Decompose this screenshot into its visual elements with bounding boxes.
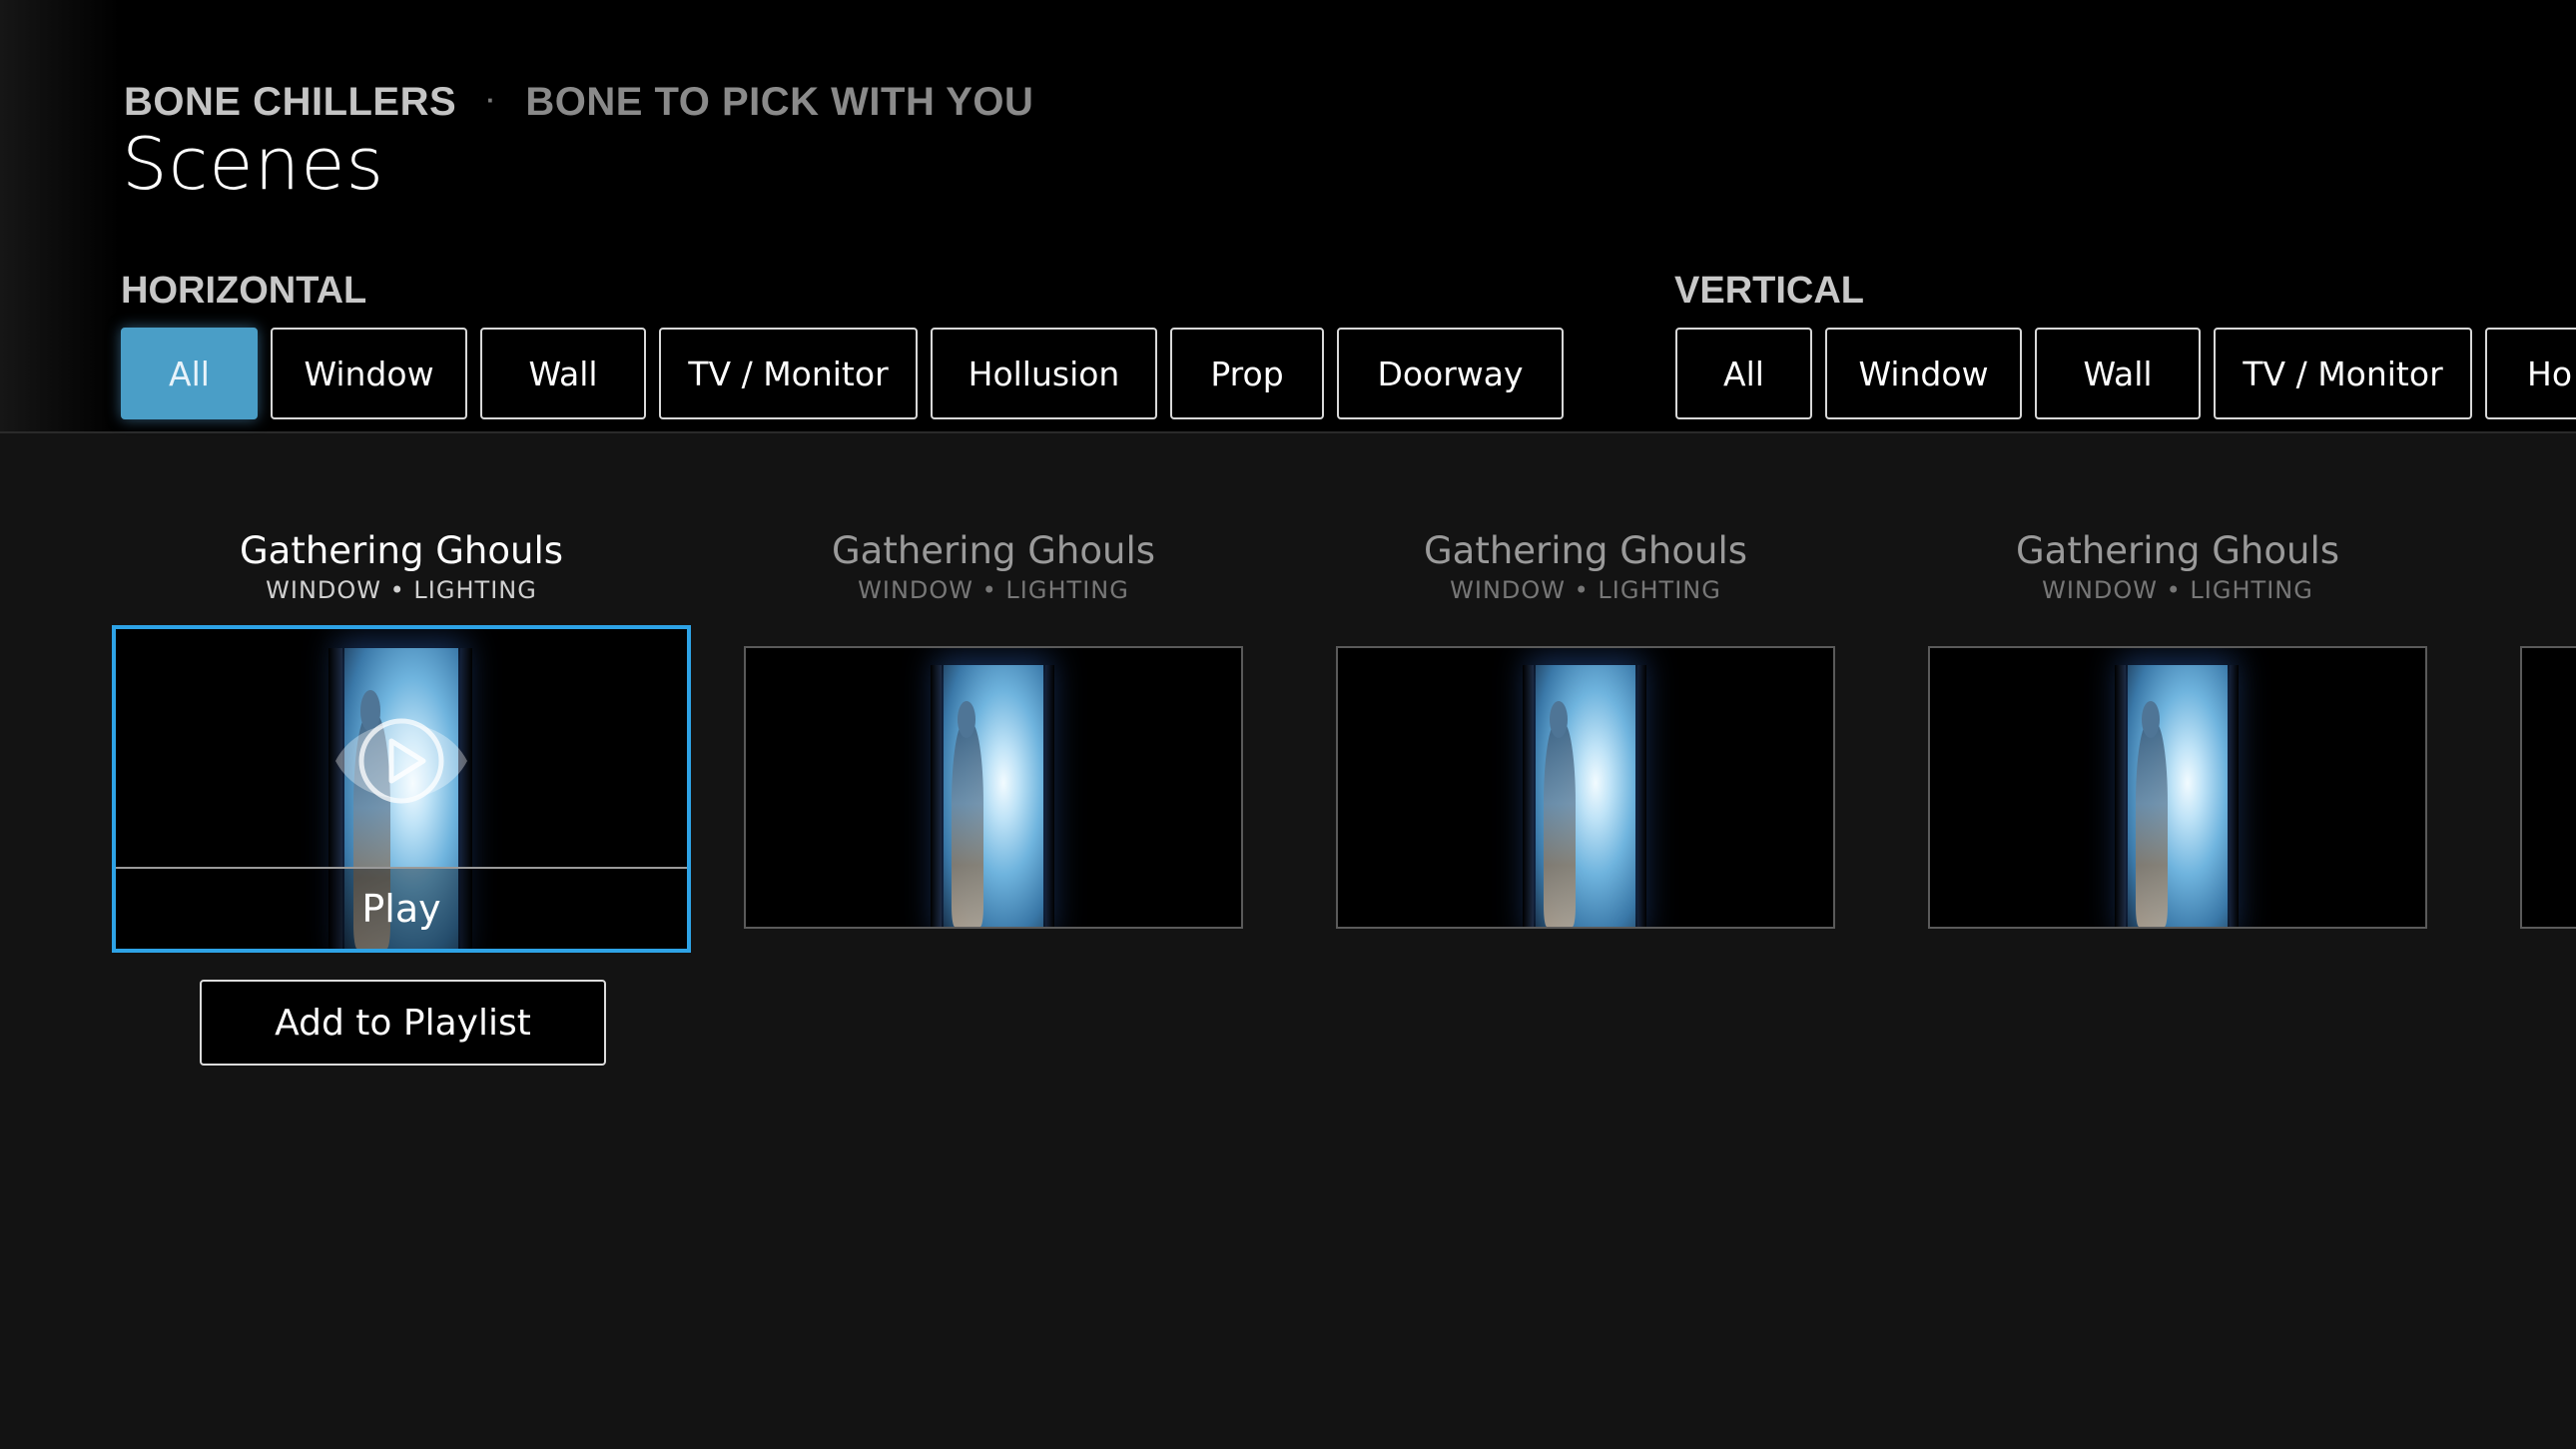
breadcrumb-separator: · xyxy=(486,85,496,115)
filter-vertical-all[interactable]: All xyxy=(1675,328,1812,419)
filter-vertical-hollusion-partial[interactable]: Ho xyxy=(2485,328,2576,419)
add-to-playlist-button[interactable]: Add to Playlist xyxy=(200,980,606,1066)
filter-horizontal-window[interactable]: Window xyxy=(271,328,467,419)
filter-horizontal-wall[interactable]: Wall xyxy=(480,328,646,419)
header: BONE CHILLERS · BONE TO PICK WITH YOU Scen… xyxy=(0,0,2576,433)
header-edge-shade xyxy=(0,0,120,431)
play-button[interactable]: Play xyxy=(116,867,687,949)
scene-thumbnail[interactable] xyxy=(1336,646,1835,929)
filter-horizontal-prop[interactable]: Prop xyxy=(1170,328,1324,419)
vertical-filter-group: All Window Wall TV / Monitor Ho xyxy=(1675,328,2576,421)
scene-title: Gathering Ghouls xyxy=(1423,529,1748,572)
horizontal-section-label: HORIZONTAL xyxy=(121,270,367,312)
scene-image xyxy=(930,664,1055,927)
scene-thumbnail[interactable] xyxy=(744,646,1243,929)
scene-thumbnail[interactable] xyxy=(1928,646,2427,929)
scene-title: Gathering Ghouls xyxy=(831,529,1156,572)
scene-card-title-block: Gathering Ghouls WINDOW • LIGHTING xyxy=(1336,529,1835,604)
scene-card-title-block: Gathering Ghouls WINDOW • LIGHTING xyxy=(744,529,1243,604)
scene-image xyxy=(2114,664,2240,927)
scene-figure xyxy=(2136,722,2169,927)
scene-thumbnail-partial[interactable] xyxy=(2520,646,2576,929)
scene-subtitle: WINDOW • LIGHTING xyxy=(2042,576,2313,604)
filter-vertical-tv-monitor[interactable]: TV / Monitor xyxy=(2214,328,2472,419)
scene-figure xyxy=(1544,722,1577,927)
breadcrumb: BONE CHILLERS · BONE TO PICK WITH YOU xyxy=(124,80,1033,125)
horizontal-filter-group: All Window Wall TV / Monitor Hollusion P… xyxy=(121,328,1564,421)
scene-subtitle: WINDOW • LIGHTING xyxy=(1450,576,1721,604)
scene-image xyxy=(1522,664,1647,927)
filter-horizontal-all[interactable]: All xyxy=(121,328,258,419)
vertical-section-label: VERTICAL xyxy=(1674,270,1864,312)
scene-title: Gathering Ghouls xyxy=(239,529,564,572)
scene-title: Gathering Ghouls xyxy=(2015,529,2340,572)
breadcrumb-episode[interactable]: BONE TO PICK WITH YOU xyxy=(525,80,1033,124)
filter-horizontal-hollusion[interactable]: Hollusion xyxy=(931,328,1157,419)
scene-card-title-block: Gathering Ghouls WINDOW • LIGHTING xyxy=(112,529,691,604)
filter-vertical-wall[interactable]: Wall xyxy=(2035,328,2201,419)
filter-horizontal-tv-monitor[interactable]: TV / Monitor xyxy=(659,328,918,419)
scene-card-title-block: Gathering Ghouls WINDOW • LIGHTING xyxy=(1928,529,2427,604)
scene-subtitle: WINDOW • LIGHTING xyxy=(858,576,1129,604)
scene-figure xyxy=(952,722,984,927)
filter-horizontal-doorway[interactable]: Doorway xyxy=(1337,328,1564,419)
scene-subtitle: WINDOW • LIGHTING xyxy=(266,576,537,604)
play-circle-icon[interactable] xyxy=(331,701,471,821)
breadcrumb-show[interactable]: BONE CHILLERS xyxy=(124,80,456,124)
page-title: Scenes xyxy=(122,122,385,206)
filter-vertical-window[interactable]: Window xyxy=(1825,328,2022,419)
scene-thumbnail-focused[interactable]: Play xyxy=(112,625,691,953)
